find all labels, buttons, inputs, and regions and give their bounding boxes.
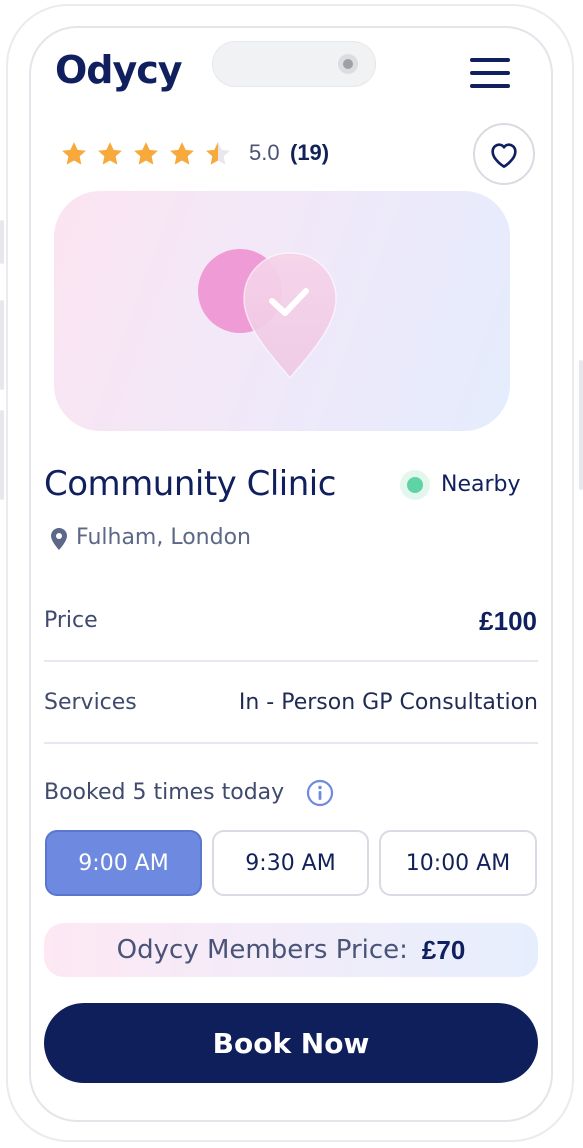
location-pin-check-icon — [198, 249, 337, 380]
hamburger-menu-icon[interactable] — [470, 58, 512, 90]
members-price-value: £70 — [421, 934, 466, 965]
book-now-label: Book Now — [212, 1026, 370, 1060]
review-count[interactable]: (19) — [290, 140, 329, 166]
time-slot[interactable]: 10:00 AM — [379, 830, 537, 896]
info-icon[interactable] — [306, 779, 334, 807]
booked-today-text: Booked 5 times today — [44, 780, 285, 805]
book-now-button[interactable]: Book Now — [44, 1003, 538, 1083]
map-pin-icon — [51, 528, 67, 550]
nearby-status-icon — [400, 470, 430, 500]
services-label: Services — [44, 690, 137, 715]
dynamic-island — [212, 41, 376, 87]
rating-score: 5.0 — [249, 140, 280, 165]
time-slot-selected[interactable]: 9:00 AM — [45, 830, 202, 896]
star-icon — [134, 142, 158, 165]
members-price-banner: Odycy Members Price: £70 — [44, 923, 538, 977]
star-icon — [98, 142, 122, 165]
star-icon — [62, 142, 86, 165]
price-value: £100 — [479, 606, 537, 636]
phone-side-button — [0, 300, 4, 390]
phone-side-button — [579, 360, 583, 490]
clinic-location: Fulham, London — [76, 525, 251, 550]
divider — [44, 742, 538, 744]
app-logo[interactable]: Odycy — [55, 48, 183, 92]
time-slot[interactable]: 9:30 AM — [212, 830, 369, 896]
star-rating — [58, 139, 234, 169]
camera-icon — [338, 54, 358, 74]
members-price-label: Odycy Members Price: — [116, 935, 408, 965]
divider — [44, 660, 538, 662]
phone-side-button — [0, 410, 4, 500]
favorite-button[interactable] — [473, 123, 535, 185]
phone-side-button — [0, 220, 4, 264]
clinic-hero-image — [54, 191, 510, 431]
star-half-icon — [206, 142, 230, 165]
services-value: In - Person GP Consultation — [238, 690, 538, 715]
nearby-status-label: Nearby — [441, 472, 521, 497]
clinic-name: Community Clinic — [44, 464, 336, 504]
star-icon — [170, 142, 194, 165]
heart-outline-icon — [491, 143, 517, 169]
price-label: Price — [44, 608, 98, 633]
